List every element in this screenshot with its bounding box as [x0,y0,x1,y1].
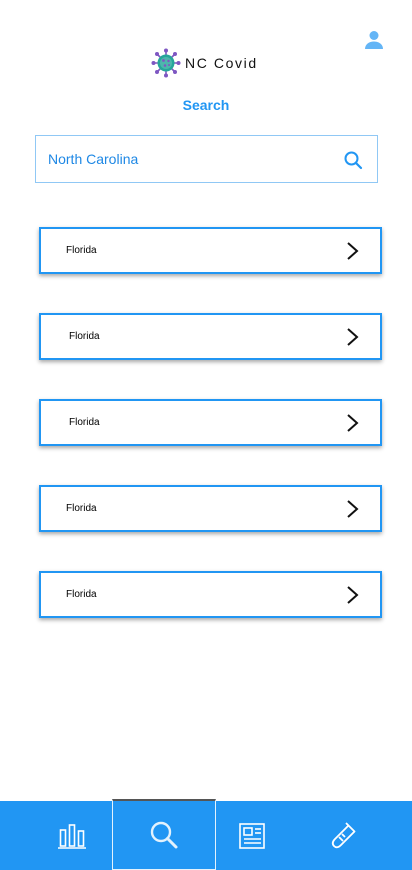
chevron-right-icon [347,414,359,432]
search-icon [344,151,363,170]
result-label: Florida [69,331,100,342]
chevron-right-icon [347,328,359,346]
bottom-nav [0,799,412,870]
chevron-right-icon [347,586,359,604]
search-input[interactable] [48,136,328,182]
chevron-right-icon [347,242,359,260]
newspaper-icon [239,822,265,849]
result-item[interactable]: Florida [39,399,382,446]
result-item[interactable]: Florida [39,227,382,274]
result-label: Florida [66,503,97,514]
nav-news[interactable] [200,801,304,870]
page-title: Search [182,97,230,113]
result-item[interactable]: Florida [39,571,382,618]
virus-icon [151,48,181,78]
nav-testing[interactable] [290,801,394,870]
bar-chart-icon [58,823,86,849]
search-icon [150,821,178,849]
app-name: NC Covid [185,55,258,71]
chevron-right-icon [347,500,359,518]
profile-button[interactable] [362,28,386,52]
person-icon [365,31,383,49]
result-item[interactable]: Florida [39,313,382,360]
app-logo: NC Covid [151,47,258,79]
result-label: Florida [69,417,100,428]
search-button[interactable] [343,150,363,170]
nav-stats[interactable] [20,801,124,870]
result-item[interactable]: Florida [39,485,382,532]
search-box [35,135,378,183]
test-tube-icon [331,821,356,848]
result-label: Florida [66,589,97,600]
result-label: Florida [66,245,97,256]
